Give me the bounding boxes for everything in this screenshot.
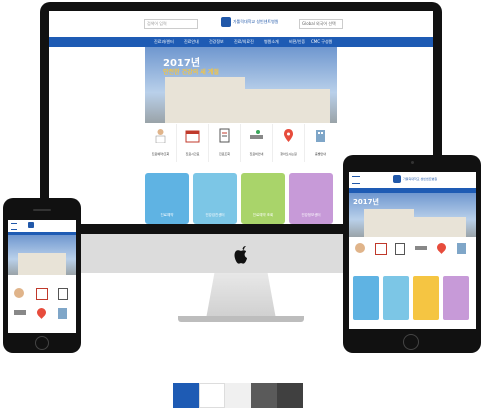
hospital-name: 가톨릭대학교 성빈센트병원 [403,177,438,181]
clipboard-icon[interactable] [395,243,405,255]
hero-banner[interactable]: 2017년 안전한 건강의 새 계절 [145,47,337,123]
hospital-bed-icon[interactable] [415,246,427,250]
hero-banner[interactable]: 2017년 [349,193,476,237]
quick-links [349,240,476,264]
home-button[interactable] [403,334,419,350]
hospital-logo-icon[interactable] [28,222,34,228]
nav-item[interactable]: CMC 구성원 [311,38,332,46]
color-swatch [173,383,199,408]
site-header: 검색어 입력 가톨릭대학교 성빈센트병원 Global 외국어 선택 [49,11,433,38]
doctor-icon[interactable] [14,288,24,298]
color-swatch [277,383,303,408]
apple-logo-icon [234,246,247,264]
hero-subtitle: 안전한 건강의 새 계절 [163,69,219,76]
building-icon [313,128,328,143]
hospital-building [240,89,330,123]
hospital-building [165,77,245,123]
quick-link[interactable]: 진료조회 [209,124,241,162]
quick-link-label: 층별안내 [314,152,327,156]
clipboard-icon[interactable] [58,288,68,300]
search-input[interactable]: 검색어 입력 [144,19,198,29]
feature-card[interactable] [443,276,469,320]
imac-stand [206,273,276,319]
clipboard-icon [217,128,232,143]
building-icon[interactable] [58,308,67,319]
feature-card[interactable] [353,276,379,320]
feature-card-label: 진료예약 조회 [252,213,274,217]
feature-card[interactable]: 건강검진센터 [193,173,237,224]
quick-link-label: 진료예약/조회 [151,152,170,156]
quick-link-label: 진료시간표 [185,152,200,156]
imac-foot [178,316,304,322]
nav-item[interactable]: 건강정보 [209,38,224,46]
feature-card[interactable] [383,276,409,320]
nav-item[interactable]: 진료/의료진 [234,38,254,46]
feature-cards: 진료예약 건강검진센터 진료예약 조회 건강정보센터 [145,173,337,224]
hospital-bed-icon [249,128,264,143]
quick-link-label: 진료조회 [218,152,231,156]
nav-item[interactable]: 진료안내 [184,38,199,46]
menu-icon[interactable] [11,223,17,230]
quick-link[interactable]: 진료비안내 [241,124,273,162]
feature-card[interactable]: 건강정보센터 [289,173,333,224]
calendar-icon[interactable] [375,243,387,255]
iphone-screen [8,220,76,333]
feature-card-label: 진료예약 [160,213,174,217]
hospital-bed-icon[interactable] [14,310,26,315]
quick-link[interactable]: 진료예약/조회 [145,124,177,162]
hospital-logo-icon[interactable] [221,17,231,27]
color-swatch [225,383,251,408]
feature-card-label: 건강검진센터 [205,213,225,217]
doctor-icon[interactable] [355,243,365,253]
location-pin-icon [281,128,296,143]
hospital-building [364,209,414,237]
hero-banner[interactable] [8,235,76,275]
hospital-building [18,253,66,275]
ipad-screen: 가톨릭대학교 성빈센트병원 2017년 [349,172,476,329]
speaker-icon [33,209,51,211]
quick-link[interactable]: 찾아오시는길 [273,124,305,162]
menu-icon[interactable] [352,176,360,184]
main-nav: 진료과/센터 진료안내 건강정보 진료/의료진 병원소개 비젼/인증 CMC 구… [49,37,433,47]
hospital-building [411,217,466,237]
feature-card[interactable]: 진료예약 조회 [241,173,285,224]
building-icon[interactable] [457,243,466,254]
hospital-logo-icon[interactable] [393,175,401,183]
feature-card-label: 건강정보센터 [301,213,321,217]
color-swatch [199,383,225,408]
location-pin-icon[interactable] [35,306,48,319]
nav-item[interactable]: 비젼/인증 [289,38,305,46]
feature-card[interactable]: 진료예약 [145,173,189,224]
location-pin-icon[interactable] [435,241,448,254]
camera-icon [411,161,414,164]
doctor-icon [153,128,168,144]
hospital-name: 가톨릭대학교 성빈센트병원 [233,19,279,24]
nav-item[interactable]: 병원소개 [264,38,279,46]
calendar-icon[interactable] [36,288,48,300]
language-select[interactable]: Global 외국어 선택 [299,19,343,29]
hero-year: 2017년 [353,198,379,206]
nav-item[interactable]: 진료과/센터 [154,38,174,46]
calendar-icon [185,128,200,143]
home-button[interactable] [35,336,49,350]
quick-link-label: 진료비안내 [249,152,264,156]
feature-card[interactable] [413,276,439,320]
quick-links: 진료예약/조회 진료시간표 진료조회 진료비안내 찾아오시는길 층별안내 [145,124,337,162]
quick-link[interactable]: 층별안내 [305,124,336,162]
quick-link[interactable]: 진료시간표 [177,124,209,162]
quick-link-label: 찾아오시는길 [280,152,297,156]
color-swatch [251,383,277,408]
